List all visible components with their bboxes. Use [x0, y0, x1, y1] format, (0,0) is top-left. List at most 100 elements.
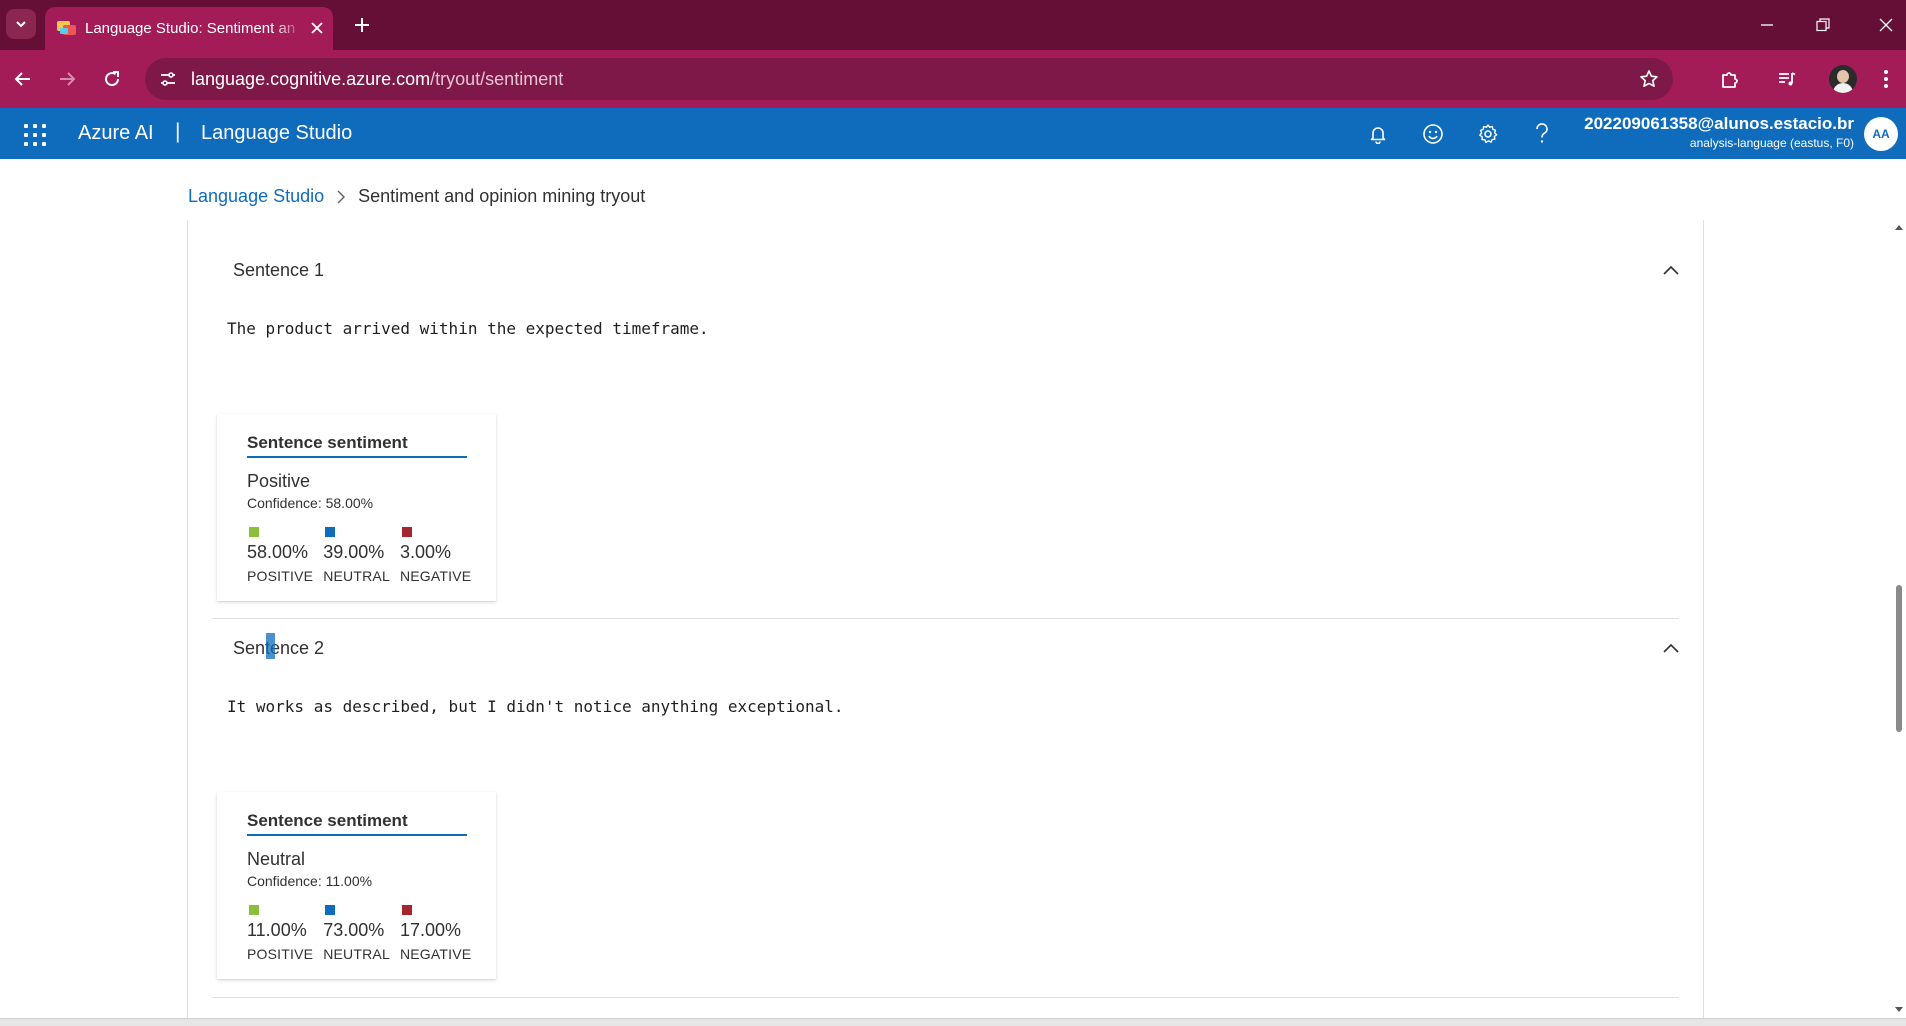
restore-button[interactable] [1808, 10, 1838, 40]
chevron-down-icon [16, 21, 26, 28]
score-positive: 58.00% POSITIVE [247, 527, 313, 584]
new-tab-button[interactable] [348, 11, 376, 39]
sentence-text: The product arrived within the expected … [227, 319, 709, 338]
media-queue-icon [1779, 72, 1796, 86]
close-icon [1879, 18, 1893, 32]
score-value: 11.00% [247, 920, 307, 940]
score-neutral: 39.00% NEUTRAL [323, 527, 390, 584]
kebab-icon [1884, 70, 1888, 88]
scroll-down-arrow-icon[interactable] [1895, 1007, 1903, 1012]
tab-search-button[interactable] [6, 9, 36, 39]
positive-swatch [249, 527, 259, 537]
puzzle-icon [1722, 72, 1738, 88]
star-icon [1640, 70, 1658, 87]
reload-icon [105, 71, 120, 87]
score-value: 17.00% [399, 920, 461, 940]
language-studio-favicon-icon [57, 21, 76, 35]
window-close-button[interactable] [1871, 10, 1901, 40]
sentence-header-1[interactable] [213, 220, 1679, 256]
help-button[interactable] [1528, 120, 1556, 148]
score-label: NEUTRAL [323, 568, 390, 584]
app-header: Azure AI | Language Studio 202209061358@… [0, 108, 1906, 159]
chevron-up-icon [1663, 643, 1679, 653]
breadcrumb: Language Studio Sentiment and opinion mi… [188, 186, 645, 207]
neutral-swatch [325, 905, 336, 915]
product-name[interactable]: Language Studio [201, 122, 352, 145]
plus-icon [355, 18, 369, 32]
collapse-button[interactable] [1659, 258, 1683, 282]
collapse-button[interactable] [1659, 636, 1683, 660]
profile-avatar[interactable] [1829, 65, 1857, 93]
browser-tab[interactable]: Language Studio: Sentiment and opinion m… [45, 7, 333, 50]
score-value: 39.00% [323, 542, 385, 562]
sentiment-label: Positive [247, 471, 311, 491]
waffle-icon[interactable] [24, 124, 46, 146]
score-negative: 3.00% NEGATIVE [400, 527, 471, 584]
restore-icon [1816, 18, 1830, 32]
score-label: POSITIVE [247, 946, 314, 962]
forward-button[interactable] [52, 64, 82, 94]
sentence-header-2[interactable] [213, 598, 1679, 634]
score-label: NEUTRAL [323, 946, 390, 962]
scroll-thumb[interactable] [1896, 585, 1902, 732]
section-divider [213, 997, 1679, 998]
tab-close-button[interactable] [307, 18, 327, 38]
media-control-button[interactable] [1772, 64, 1802, 94]
profile-face [1837, 70, 1849, 83]
score-negative: 17.00% NEGATIVE [400, 905, 471, 962]
score-label: POSITIVE [247, 568, 314, 584]
score-positive: 11.00% POSITIVE [247, 905, 313, 962]
address-bar[interactable]: language.cognitive.azure.com/tryout/sent… [145, 58, 1673, 100]
bookmark-button[interactable] [1637, 67, 1661, 91]
score-value: 73.00% [323, 920, 385, 940]
url-path: /tryout/sentiment [430, 69, 564, 89]
account-info[interactable]: 202209061358@alunos.estacio.br analysis-… [1584, 114, 1854, 150]
text-selection-cursor [266, 633, 275, 659]
account-avatar[interactable]: AA [1864, 117, 1898, 151]
back-button[interactable] [8, 64, 38, 94]
chevron-up-icon [1663, 265, 1679, 275]
arrow-right-icon [60, 72, 76, 86]
score-neutral: 73.00% NEUTRAL [323, 905, 390, 962]
chevron-right-icon [337, 190, 346, 203]
url-host: language.cognitive.azure.com [191, 69, 431, 89]
card-title: Sentence sentiment [247, 433, 467, 458]
reload-button[interactable] [97, 64, 127, 94]
account-resource: analysis-language (eastus, F0) [1689, 136, 1854, 150]
question-icon [1536, 123, 1548, 143]
minimize-icon [1761, 24, 1773, 26]
close-icon [311, 22, 323, 34]
header-divider: | [175, 120, 181, 143]
url-text[interactable]: language.cognitive.azure.com/tryout/sent… [191, 69, 563, 90]
minimize-button[interactable] [1752, 10, 1782, 40]
confidence-text: Confidence: 58.00% [247, 495, 374, 511]
feedback-button[interactable] [1419, 120, 1447, 148]
account-email: 202209061358@alunos.estacio.br [1584, 114, 1854, 133]
settings-button[interactable] [1474, 120, 1502, 148]
card-title: Sentence sentiment [247, 811, 467, 836]
positive-swatch [249, 905, 259, 915]
browser-menu-button[interactable] [1871, 64, 1901, 94]
sentence-text: It works as described, but I didn't noti… [227, 697, 844, 716]
tab-title-fade [275, 15, 303, 43]
score-value: 3.00% [399, 542, 451, 562]
page-scrollbar[interactable] [1892, 220, 1906, 1026]
sentence-title: Sentence 1 [233, 260, 325, 280]
notifications-button[interactable] [1364, 120, 1392, 148]
brand-name[interactable]: Azure AI [78, 122, 154, 145]
negative-swatch [401, 527, 412, 537]
negative-swatch [401, 905, 412, 915]
sentence-sentiment-card: Sentence sentiment Neutral Confidence: 1… [217, 792, 496, 979]
scroll-up-arrow-icon[interactable] [1895, 225, 1903, 230]
site-info-button[interactable] [155, 66, 181, 92]
browser-tab-strip: Language Studio: Sentiment and opinion m… [0, 0, 1906, 50]
breadcrumb-root-link[interactable]: Language Studio [188, 186, 324, 207]
neutral-swatch [325, 527, 336, 537]
arrow-left-icon [14, 72, 30, 86]
bell-icon [1370, 127, 1386, 144]
gear-icon [1479, 124, 1498, 144]
horizontal-scrollbar-track [0, 1018, 1906, 1026]
score-value: 58.00% [247, 542, 309, 562]
browser-toolbar: language.cognitive.azure.com/tryout/sent… [0, 50, 1906, 108]
extensions-button[interactable] [1715, 64, 1745, 94]
